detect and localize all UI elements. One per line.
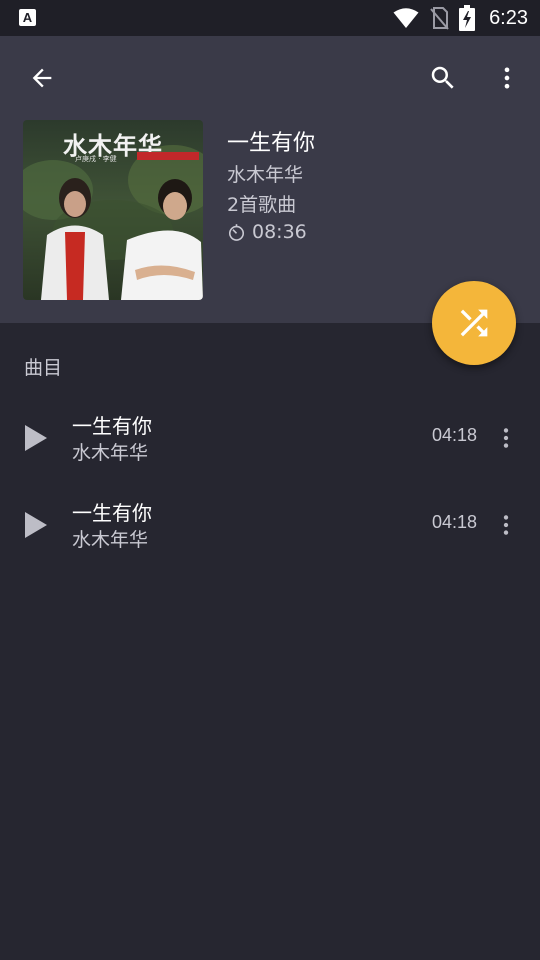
wifi-icon bbox=[393, 8, 419, 28]
search-button[interactable] bbox=[419, 54, 467, 102]
album-title: 一生有你 bbox=[227, 131, 316, 156]
track-row[interactable]: 一生有你 水木年华 04:18 bbox=[0, 398, 540, 478]
cover-banner bbox=[137, 152, 199, 160]
arrow-back-icon bbox=[32, 68, 52, 88]
no-sim-icon bbox=[430, 7, 449, 30]
track-artist: 水木年华 bbox=[72, 442, 149, 464]
track-duration: 04:18 bbox=[432, 425, 478, 445]
track-row[interactable]: 一生有你 水木年华 04:18 bbox=[0, 485, 540, 565]
more-vert-icon bbox=[503, 428, 509, 448]
play-icon[interactable] bbox=[20, 509, 52, 541]
album-song-count: 2首歌曲 bbox=[227, 194, 297, 216]
album-duration-text: 08:36 bbox=[252, 221, 307, 243]
album-duration: 08:36 bbox=[227, 221, 307, 243]
more-options-button[interactable] bbox=[483, 54, 531, 102]
track-title: 一生有你 bbox=[72, 414, 152, 438]
track-title: 一生有你 bbox=[72, 501, 152, 525]
status-icons: 6:23 bbox=[393, 0, 528, 36]
tracks-section-label: 曲目 bbox=[24, 357, 63, 379]
status-time: 6:23 bbox=[489, 6, 528, 29]
shuffle-play-button[interactable] bbox=[432, 281, 516, 365]
track-more-button[interactable] bbox=[490, 501, 522, 549]
status-bar: A 6:23 bbox=[0, 0, 540, 36]
shuffle-icon bbox=[460, 309, 488, 337]
cover-subtitle: 卢庚戌 · 李健 bbox=[75, 155, 117, 163]
back-button[interactable] bbox=[18, 54, 66, 102]
track-more-button[interactable] bbox=[490, 414, 522, 462]
search-icon bbox=[431, 66, 454, 89]
play-icon[interactable] bbox=[20, 422, 52, 454]
more-vert-icon bbox=[504, 67, 510, 89]
battery-charging-icon bbox=[459, 5, 476, 31]
app-notification-icon: A bbox=[19, 9, 36, 26]
album-artist[interactable]: 水木年华 bbox=[227, 160, 303, 187]
more-vert-icon bbox=[503, 515, 509, 535]
track-duration: 04:18 bbox=[432, 512, 478, 532]
track-artist: 水木年华 bbox=[72, 529, 149, 551]
album-header: 水木年华 卢庚戌 · 李健 一生有你 水木年华 2首歌曲 08:36 bbox=[0, 36, 540, 323]
album-cover: 水木年华 卢庚戌 · 李健 bbox=[23, 120, 203, 300]
timer-icon bbox=[228, 223, 245, 241]
